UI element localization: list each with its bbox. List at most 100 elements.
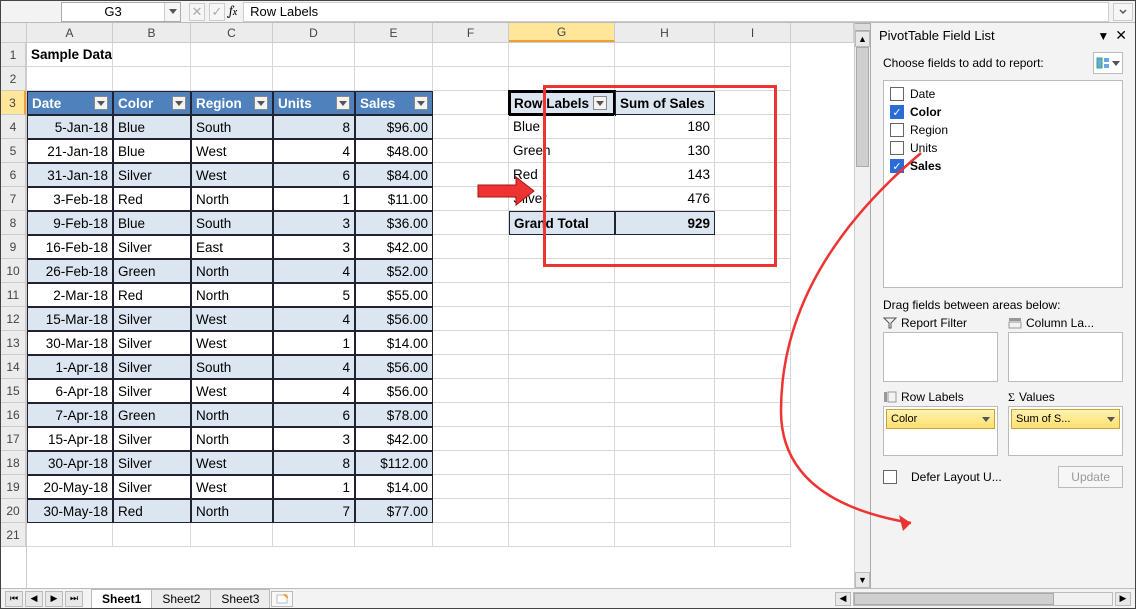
cell[interactable]: West xyxy=(191,451,273,475)
cell[interactable]: 9-Feb-18 xyxy=(27,211,113,235)
row-header-16[interactable]: 16 xyxy=(1,403,26,427)
cell[interactable] xyxy=(615,283,715,307)
cell[interactable] xyxy=(27,67,113,91)
table-header[interactable]: Color xyxy=(113,91,191,115)
cell[interactable]: West xyxy=(191,475,273,499)
cell[interactable]: $78.00 xyxy=(355,403,433,427)
field-checkbox[interactable] xyxy=(890,123,904,137)
cell[interactable]: $52.00 xyxy=(355,259,433,283)
cell[interactable] xyxy=(509,379,615,403)
cell[interactable] xyxy=(509,355,615,379)
cell[interactable] xyxy=(433,67,509,91)
scroll-right-button[interactable]: ▶ xyxy=(1115,592,1131,606)
vertical-scrollbar[interactable]: ▲ ▼ xyxy=(854,23,870,588)
new-sheet-button[interactable] xyxy=(271,591,293,607)
field-row[interactable]: ✓Sales xyxy=(890,157,1116,175)
cell[interactable] xyxy=(715,499,791,523)
cell[interactable]: Red xyxy=(113,187,191,211)
cell[interactable]: 31-Jan-18 xyxy=(27,163,113,187)
row-header-20[interactable]: 20 xyxy=(1,499,26,523)
cell[interactable] xyxy=(615,43,715,67)
cell[interactable]: 16-Feb-18 xyxy=(27,235,113,259)
cell[interactable] xyxy=(615,355,715,379)
cell[interactable] xyxy=(433,379,509,403)
cell[interactable] xyxy=(615,499,715,523)
panel-close-icon[interactable]: ✕ xyxy=(1115,27,1127,44)
cell[interactable]: Silver xyxy=(113,475,191,499)
cell[interactable]: 26-Feb-18 xyxy=(27,259,113,283)
field-list[interactable]: Date✓ColorRegionUnits✓Sales xyxy=(883,80,1123,288)
cell[interactable] xyxy=(509,283,615,307)
cell[interactable] xyxy=(273,67,355,91)
cancel-formula-button[interactable]: ✕ xyxy=(189,3,205,21)
cell[interactable] xyxy=(113,67,191,91)
cell[interactable]: Silver xyxy=(113,235,191,259)
cell[interactable] xyxy=(715,283,791,307)
row-header-2[interactable]: 2 xyxy=(1,67,26,91)
cell[interactable] xyxy=(715,451,791,475)
cell[interactable] xyxy=(433,307,509,331)
cell[interactable]: $96.00 xyxy=(355,115,433,139)
cell[interactable]: 5-Jan-18 xyxy=(27,115,113,139)
expand-formula-bar[interactable] xyxy=(1113,3,1133,21)
cell[interactable]: 8 xyxy=(273,451,355,475)
cell[interactable]: Blue xyxy=(113,139,191,163)
cell[interactable]: 4 xyxy=(273,307,355,331)
cell[interactable] xyxy=(355,67,433,91)
field-row[interactable]: ✓Color xyxy=(890,103,1116,121)
row-header-21[interactable]: 21 xyxy=(1,523,26,547)
cell[interactable] xyxy=(509,403,615,427)
cell[interactable] xyxy=(509,475,615,499)
cell[interactable]: East xyxy=(191,235,273,259)
table-header[interactable]: Date xyxy=(27,91,113,115)
col-header-C[interactable]: C xyxy=(191,23,273,42)
horizontal-scrollbar[interactable]: ◀ ▶ xyxy=(293,592,1135,606)
row-header-13[interactable]: 13 xyxy=(1,331,26,355)
cell[interactable]: West xyxy=(191,163,273,187)
cell[interactable] xyxy=(273,43,355,67)
row-header-18[interactable]: 18 xyxy=(1,451,26,475)
cell[interactable]: 3 xyxy=(273,235,355,259)
cell[interactable]: 21-Jan-18 xyxy=(27,139,113,163)
row-header-8[interactable]: 8 xyxy=(1,211,26,235)
cell[interactable]: Green xyxy=(113,403,191,427)
cell[interactable] xyxy=(433,499,509,523)
cell[interactable]: Silver xyxy=(113,331,191,355)
cell[interactable] xyxy=(615,451,715,475)
cell[interactable] xyxy=(355,523,433,547)
table-header[interactable]: Region xyxy=(191,91,273,115)
cell[interactable]: $56.00 xyxy=(355,307,433,331)
cell[interactable]: Red xyxy=(113,499,191,523)
formula-input[interactable]: Row Labels xyxy=(243,2,1109,22)
cell[interactable]: 5 xyxy=(273,283,355,307)
cell[interactable] xyxy=(715,427,791,451)
cell[interactable]: 1 xyxy=(273,187,355,211)
row-header-10[interactable]: 10 xyxy=(1,259,26,283)
cell[interactable] xyxy=(433,427,509,451)
cell[interactable]: West xyxy=(191,379,273,403)
cell[interactable] xyxy=(509,451,615,475)
col-header-E[interactable]: E xyxy=(355,23,433,42)
scroll-left-button[interactable]: ◀ xyxy=(835,592,851,606)
cell[interactable] xyxy=(355,43,433,67)
row-header-19[interactable]: 19 xyxy=(1,475,26,499)
cell[interactable] xyxy=(433,115,509,139)
values-item[interactable]: Sum of S... xyxy=(1011,409,1120,429)
name-box-dropdown[interactable] xyxy=(164,3,180,21)
cell[interactable]: West xyxy=(191,331,273,355)
cell[interactable]: 4 xyxy=(273,379,355,403)
cell[interactable]: 8 xyxy=(273,115,355,139)
cell[interactable] xyxy=(615,403,715,427)
cell[interactable]: $14.00 xyxy=(355,475,433,499)
cell[interactable] xyxy=(715,379,791,403)
cell[interactable]: $84.00 xyxy=(355,163,433,187)
row-header-17[interactable]: 17 xyxy=(1,427,26,451)
cell[interactable] xyxy=(433,331,509,355)
cell[interactable]: Silver xyxy=(113,355,191,379)
cell[interactable] xyxy=(433,403,509,427)
sheet-tab[interactable]: Sheet1 xyxy=(91,589,152,608)
field-checkbox[interactable] xyxy=(890,87,904,101)
cell[interactable]: 4 xyxy=(273,139,355,163)
row-header-5[interactable]: 5 xyxy=(1,139,26,163)
scroll-track[interactable] xyxy=(855,47,870,572)
